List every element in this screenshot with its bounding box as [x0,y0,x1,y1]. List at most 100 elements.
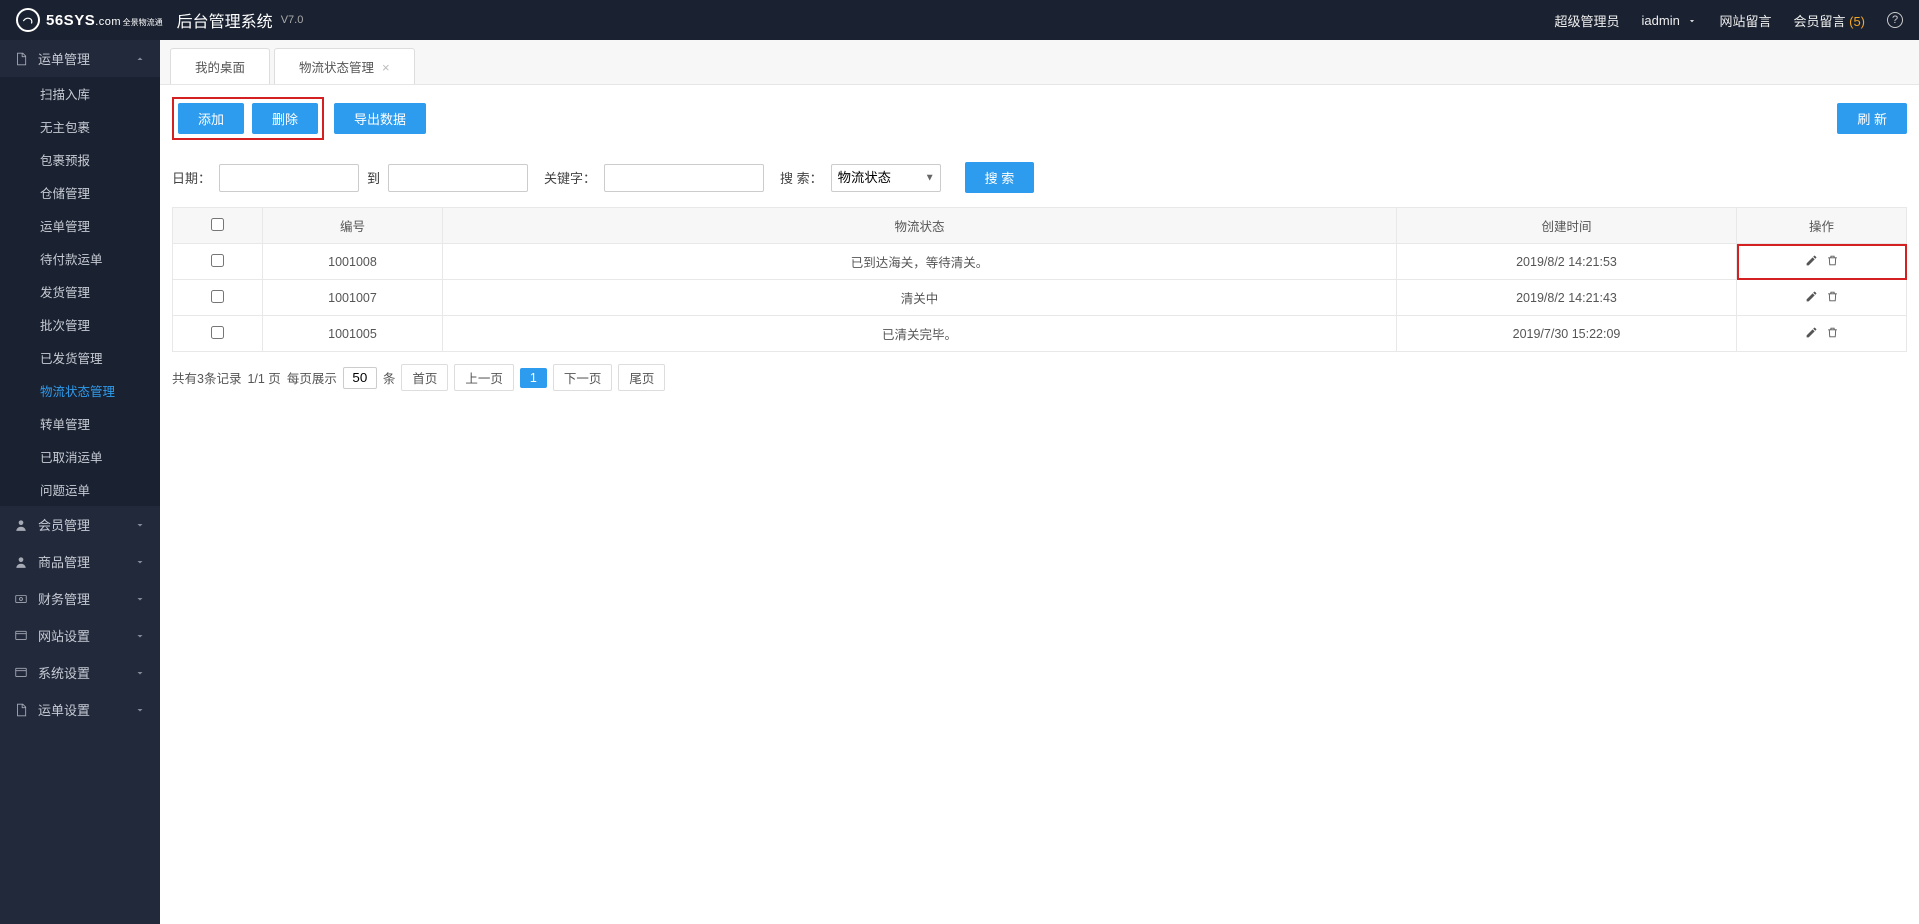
doc-icon [14,52,28,66]
row-checkbox[interactable] [211,326,224,339]
search-type-label: 搜 索： [780,168,823,187]
pager-unit: 条 [383,368,396,387]
close-icon[interactable]: × [382,60,390,75]
sidebar-item[interactable]: 问题运单 [0,473,160,506]
sidebar-item[interactable]: 已取消运单 [0,440,160,473]
sidebar-section-label: 网站设置 [38,626,90,645]
edit-icon[interactable] [1805,254,1818,267]
sidebar-section-header[interactable]: 财务管理 [0,580,160,617]
sidebar-item[interactable]: 批次管理 [0,308,160,341]
col-ops: 操作 [1737,208,1907,244]
pager-first[interactable]: 首页 [401,364,448,391]
logo-subtitle: 全景物流通 [123,18,163,27]
cell-id: 1001008 [263,244,443,280]
pager-page-info: 1/1 页 [247,368,280,387]
pager-last[interactable]: 尾页 [618,364,665,391]
cell-ops [1737,280,1907,316]
tab[interactable]: 我的桌面 [170,48,270,84]
user-icon [14,518,28,532]
pager-perpage-input[interactable] [343,367,377,389]
edit-icon[interactable] [1805,290,1818,303]
search-button[interactable]: 搜 索 [965,162,1035,193]
table-row: 1001007 清关中 2019/8/2 14:21:43 [173,280,1907,316]
money-icon [14,592,28,606]
user-role: 超级管理员 [1555,11,1620,30]
data-table: 编号 物流状态 创建时间 操作 1001008 已到达海关，等待清关。 2019… [172,207,1907,352]
refresh-button[interactable]: 刷 新 [1837,103,1907,134]
table-header-row: 编号 物流状态 创建时间 操作 [173,208,1907,244]
sidebar-section-label: 运单管理 [38,49,90,68]
sidebar-item[interactable]: 无主包裹 [0,110,160,143]
sidebar-section-label: 会员管理 [38,515,90,534]
tab-label: 我的桌面 [195,61,245,75]
sidebar-section-header[interactable]: 商品管理 [0,543,160,580]
chevron-down-icon [134,667,146,679]
header-right: 超级管理员 iadmin 网站留言 会员留言 (5) ? [1555,11,1903,30]
keyword-input[interactable] [604,164,764,192]
chevron-down-icon [1687,13,1697,28]
trash-icon[interactable] [1826,290,1839,303]
trash-icon[interactable] [1826,254,1839,267]
user-icon [14,555,28,569]
chevron-down-icon [134,630,146,642]
date-from-input[interactable] [219,164,359,192]
cell-checkbox [173,244,263,280]
cell-ops [1737,244,1907,280]
sidebar-section-label: 运单设置 [38,700,90,719]
cell-time: 2019/8/2 14:21:53 [1397,244,1737,280]
pager-prev[interactable]: 上一页 [454,364,514,391]
col-checkbox [173,208,263,244]
cell-checkbox [173,316,263,352]
help-icon[interactable]: ? [1887,12,1903,28]
cell-status: 清关中 [443,280,1397,316]
table-row: 1001005 已清关完毕。 2019/7/30 15:22:09 [173,316,1907,352]
trash-icon[interactable] [1826,326,1839,339]
user-dropdown[interactable]: iadmin [1642,13,1698,28]
edit-icon[interactable] [1805,326,1818,339]
delete-button[interactable]: 删除 [252,103,318,134]
cell-time: 2019/7/30 15:22:09 [1397,316,1737,352]
member-message-link[interactable]: 会员留言 (5) [1793,11,1865,30]
pagination: 共有3条记录 1/1 页 每页展示 条 首页 上一页 1 下一页 尾页 [160,352,1919,403]
row-checkbox[interactable] [211,254,224,267]
table-row: 1001008 已到达海关，等待清关。 2019/8/2 14:21:53 [173,244,1907,280]
export-button[interactable]: 导出数据 [334,103,426,134]
app-header: 56SYS.com 全景物流通 后台管理系统 V7.0 超级管理员 iadmin… [0,0,1919,40]
row-checkbox[interactable] [211,290,224,303]
sidebar-section-header[interactable]: 会员管理 [0,506,160,543]
tab[interactable]: 物流状态管理× [274,48,415,84]
date-to-input[interactable] [388,164,528,192]
site-icon [14,629,28,643]
sidebar-item[interactable]: 运单管理 [0,209,160,242]
sidebar-item[interactable]: 待付款运单 [0,242,160,275]
sidebar-item[interactable]: 转单管理 [0,407,160,440]
cell-status: 已清关完毕。 [443,316,1397,352]
cell-ops [1737,316,1907,352]
sidebar-section-header[interactable]: 运单管理 [0,40,160,77]
filter-bar: 日期： 到 关键字： 搜 索： 物流状态 ▼ 搜 索 [160,152,1919,207]
sidebar-item[interactable]: 发货管理 [0,275,160,308]
logo-icon [16,8,40,32]
select-all-checkbox[interactable] [211,218,224,231]
sidebar-item[interactable]: 包裹预报 [0,143,160,176]
pager-next[interactable]: 下一页 [553,364,613,391]
sidebar-section-header[interactable]: 网站设置 [0,617,160,654]
sidebar-item[interactable]: 扫描入库 [0,77,160,110]
main-content: 我的桌面 物流状态管理× 添加 删除 导出数据 刷 新 日期： 到 关键字： 搜 … [160,40,1919,924]
chevron-down-icon [134,593,146,605]
pager-current[interactable]: 1 [520,368,547,388]
sidebar-section-header[interactable]: 运单设置 [0,691,160,728]
gear-icon [14,666,28,680]
logo-text: 56SYS [46,12,95,29]
add-button[interactable]: 添加 [178,103,244,134]
sidebar-item[interactable]: 仓储管理 [0,176,160,209]
cell-status: 已到达海关，等待清关。 [443,244,1397,280]
pager-summary: 共有3条记录 [172,368,241,387]
sidebar-section-header[interactable]: 系统设置 [0,654,160,691]
search-type-select[interactable]: 物流状态 [831,164,941,192]
sidebar-item[interactable]: 已发货管理 [0,341,160,374]
sidebar-item[interactable]: 物流状态管理 [0,374,160,407]
sidebar-section-label: 系统设置 [38,663,90,682]
doc-icon [14,703,28,717]
site-message-link[interactable]: 网站留言 [1719,11,1771,30]
